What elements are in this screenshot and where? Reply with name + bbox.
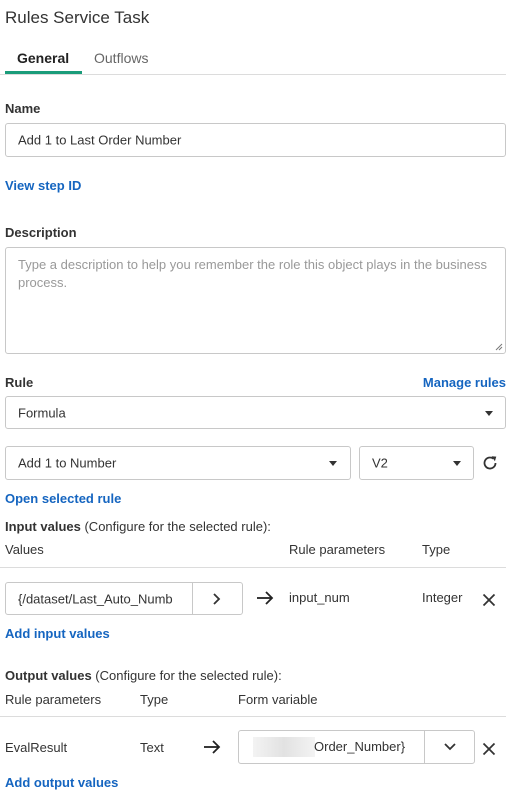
tab-outflows[interactable]: Outflows	[94, 50, 148, 66]
chevron-down-icon[interactable]	[443, 742, 457, 752]
name-field[interactable]: Add 1 to Last Order Number	[5, 123, 506, 157]
input-col-rule-parameters: Rule parameters	[289, 542, 386, 557]
close-icon[interactable]	[482, 742, 496, 756]
description-textarea[interactable]: Type a description to help you remember …	[5, 247, 506, 354]
output-values-note: (Configure for the selected rule):	[91, 668, 282, 683]
output-rule-parameter: EvalResult	[5, 740, 68, 755]
input-col-values: Values	[5, 542, 44, 557]
output-values-title: Output values	[5, 668, 92, 683]
input-value-text: {/dataset/Last_Auto_Numb	[18, 591, 173, 606]
panel-title: Rules Service Task	[5, 8, 150, 27]
output-col-rule-parameters: Rule parameters	[5, 692, 102, 707]
output-col-type: Type	[140, 692, 169, 707]
rule-type-value: Formula	[18, 405, 66, 420]
input-value-separator	[192, 583, 193, 614]
tabs-divider	[0, 74, 506, 75]
description-label: Description	[5, 225, 77, 240]
tab-general[interactable]: General	[17, 50, 69, 66]
name-field-value: Add 1 to Last Order Number	[18, 132, 182, 148]
output-col-form-variable: Form variable	[238, 692, 318, 707]
chevron-down-icon	[329, 461, 337, 466]
description-placeholder: Type a description to help you remember …	[18, 257, 487, 290]
chevron-right-icon[interactable]	[211, 592, 223, 606]
manage-rules-link[interactable]: Manage rules	[423, 375, 506, 390]
input-rule-parameter: input_num	[289, 590, 350, 605]
rule-type-select[interactable]: Formula	[5, 396, 506, 429]
input-value-field[interactable]: {/dataset/Last_Auto_Numb	[5, 582, 243, 615]
name-label: Name	[5, 101, 41, 116]
redacted-block	[253, 737, 315, 757]
output-header-divider	[0, 716, 506, 717]
input-values-heading: Input values (Configure for the selected…	[5, 519, 271, 534]
version-select[interactable]: V2	[359, 446, 474, 480]
add-output-values-link[interactable]: Add output values	[5, 775, 118, 790]
form-variable-select[interactable]: Order_Number}	[238, 730, 475, 764]
rule-select-value: Add 1 to Number	[18, 455, 117, 471]
form-variable-separator	[424, 731, 425, 763]
input-header-divider	[0, 567, 506, 568]
close-icon[interactable]	[482, 593, 496, 607]
arrow-right-icon	[257, 591, 274, 605]
input-type: Integer	[422, 590, 463, 605]
rule-select[interactable]: Add 1 to Number	[5, 446, 351, 480]
input-col-type: Type	[422, 542, 451, 557]
view-step-id-link[interactable]: View step ID	[5, 178, 81, 193]
output-values-heading: Output values (Configure for the selecte…	[5, 668, 282, 683]
input-values-title: Input values	[5, 519, 81, 534]
arrow-right-icon	[204, 740, 221, 754]
version-select-value: V2	[372, 455, 388, 471]
resize-handle-icon[interactable]	[495, 343, 503, 351]
rule-label: Rule	[5, 375, 34, 390]
input-values-note: (Configure for the selected rule):	[80, 519, 271, 534]
chevron-down-icon	[485, 411, 493, 416]
chevron-down-icon	[453, 461, 461, 466]
open-selected-rule-link[interactable]: Open selected rule	[5, 491, 121, 506]
add-input-values-link[interactable]: Add input values	[5, 626, 110, 641]
refresh-icon[interactable]	[480, 453, 500, 473]
output-type: Text	[140, 740, 164, 755]
form-variable-value: Order_Number}	[314, 739, 406, 754]
